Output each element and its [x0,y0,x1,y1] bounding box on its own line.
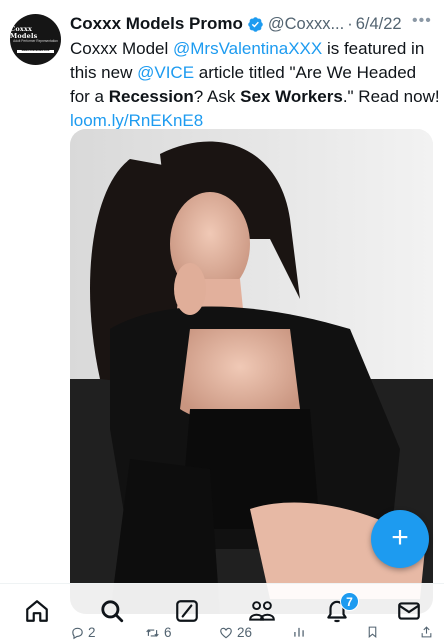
mention-link[interactable]: @MrsValentinaXXX [173,39,322,58]
text-segment: ? Ask [193,87,241,106]
reply-count: 2 [88,625,96,640]
compose-button[interactable]: + [371,510,429,568]
heart-icon [220,627,232,638]
avatar-url: www.coxxmodels.com [21,48,50,52]
avatar[interactable]: Coxxx Models Adult Performer Representat… [10,14,61,65]
mention-link[interactable]: @VICE [137,63,194,82]
notifications-badge: 7 [340,592,359,611]
share-icon [421,626,432,638]
tweet-date[interactable]: 6/4/22 [356,15,402,34]
search-icon[interactable] [97,596,127,626]
text-segment: ." Read now! [342,87,440,106]
tweet-text: Coxxx Model @MrsValentinaXXX is featured… [70,37,440,133]
more-options-icon[interactable]: ••• [412,12,432,30]
avatar-url-bar: www.coxxmodels.com [17,48,54,53]
grok-icon[interactable] [172,596,202,626]
like-count: 26 [237,625,253,640]
avatar-tagline: Adult Performer Representation [13,39,58,44]
communities-icon[interactable] [247,596,277,626]
messages-icon[interactable] [394,596,424,626]
tweet-actions: 2 6 26 [0,624,444,640]
share-button[interactable] [420,625,436,639]
reply-button[interactable]: 2 [70,625,96,640]
text-segment: Coxxx Model [70,39,173,58]
retweet-button[interactable]: 6 [144,625,172,640]
avatar-logo-text: Coxxx Models [10,25,38,40]
header-separator: · [347,14,353,33]
reply-icon [72,627,83,639]
verified-badge-icon [248,16,263,32]
like-button[interactable]: 26 [218,625,252,640]
url-link[interactable]: loom.ly/RnEKnE8 [70,111,203,130]
analytics-icon [294,627,304,637]
bold-text: Recession [108,87,194,106]
display-name[interactable]: Coxxx Models Promo [70,14,243,34]
bold-text: Sex Workers [240,87,343,106]
bookmark-icon [368,626,377,639]
tweet-header: Coxxx Models Promo @Coxxx... · 6/4/22 [70,13,434,35]
retweet-count: 6 [164,625,172,640]
plus-icon: + [391,521,409,554]
views-button[interactable] [292,625,309,639]
home-icon[interactable] [22,596,52,626]
retweet-icon [146,628,159,637]
handle[interactable]: @Coxxx... [268,15,344,34]
bookmark-button[interactable] [366,625,382,639]
